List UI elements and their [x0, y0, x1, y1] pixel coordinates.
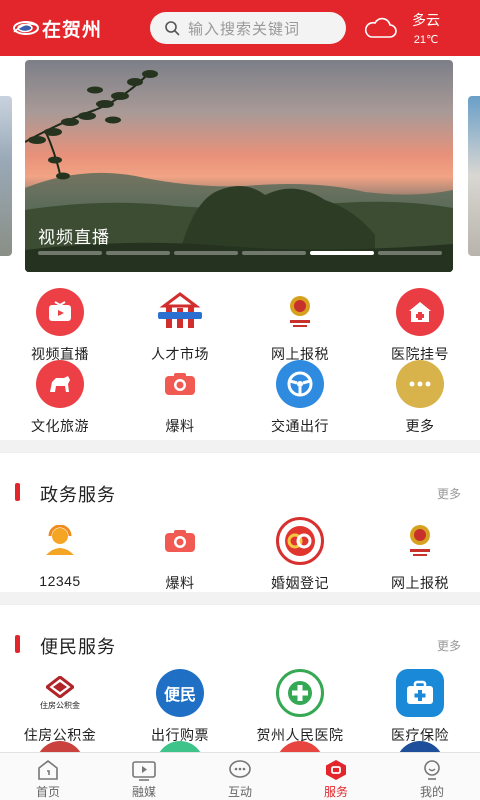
gov-item-online-tax[interactable]: 网上报税 [360, 517, 480, 593]
partial-row-icon [396, 741, 444, 752]
steering-wheel-icon [276, 360, 324, 408]
weather-condition: 多云 [412, 12, 440, 28]
people-hospital-icon [276, 669, 324, 717]
banner-caption: 视频直播 [38, 228, 110, 247]
banner-carousel: 视频直播 [0, 56, 480, 280]
quick-item-label: 更多 [405, 418, 435, 434]
camera-icon [156, 360, 204, 408]
housing-fund-icon: 住房公积金 [36, 669, 84, 717]
carousel-dot[interactable] [174, 251, 238, 255]
quick-services-panel: 视频直播 人才市场 网上报税 医院挂号 文化旅游 爆料 交通出行 更多 [0, 280, 480, 440]
weather-widget[interactable]: 多云 21℃ [362, 8, 472, 48]
quick-item-label: 文化旅游 [31, 418, 89, 434]
home-icon [38, 759, 58, 780]
chat-icon [229, 760, 251, 778]
cloud-icon [364, 17, 397, 38]
section-title: 便民服务 [40, 637, 116, 657]
carousel-dot[interactable] [378, 251, 442, 255]
quick-item-label: 爆料 [165, 418, 195, 434]
tab-label: 服务 [323, 785, 348, 799]
gov-item-report[interactable]: 爆料 [120, 517, 240, 593]
camera-icon [156, 517, 204, 565]
carousel-dot[interactable] [38, 251, 102, 255]
tax-emblem-icon [276, 288, 324, 336]
quick-item-transport[interactable]: 交通出行 [240, 360, 360, 436]
gov-item-label: 12345 [39, 573, 81, 589]
section-title: 政务服务 [40, 485, 116, 505]
gov-item-label: 网上报税 [391, 575, 449, 591]
tab-label: 互动 [227, 785, 252, 799]
search-placeholder: 输入搜索关键词 [188, 20, 301, 38]
video-live-icon [36, 288, 84, 336]
profile-icon [424, 760, 440, 780]
tab-media[interactable]: 融媒 [96, 753, 192, 800]
weather-temperature: 21℃ [413, 34, 439, 46]
banner-slide[interactable]: 视频直播 [25, 60, 453, 272]
quick-item-report[interactable]: 爆料 [120, 360, 240, 436]
tab-service[interactable]: 服务 [288, 753, 384, 800]
life-item-travel-ticket[interactable]: 便民 出行购票 [120, 669, 240, 745]
tab-label: 融媒 [131, 785, 156, 799]
quick-item-hospital[interactable]: 医院挂号 [360, 288, 480, 364]
section-accent-bar [15, 483, 20, 501]
life-item-medical-insurance[interactable]: 医疗保险 [360, 669, 480, 745]
more-icon [396, 360, 444, 408]
life-item-housing-fund[interactable]: 住房公积金 住房公积金 [0, 669, 120, 745]
talent-market-icon [156, 288, 204, 336]
bottom-tab-bar: 首页 融媒 互动 服务 我的 [0, 752, 480, 800]
prev-slide-peek[interactable] [0, 96, 12, 256]
next-slide-peek[interactable] [468, 96, 480, 256]
tab-interact[interactable]: 互动 [192, 753, 288, 800]
gov-item-marriage[interactable]: 婚姻登记 [240, 517, 360, 593]
app-header: 在贺州 输入搜索关键词 多云 21℃ [0, 0, 480, 56]
travel-icon [36, 360, 84, 408]
travel-ticket-icon: 便民 [156, 669, 204, 717]
carousel-dot[interactable] [242, 251, 306, 255]
tv-icon [132, 761, 156, 781]
quick-item-video-live[interactable]: 视频直播 [0, 288, 120, 364]
partial-row-icon [36, 741, 84, 752]
quick-item-culture-travel[interactable]: 文化旅游 [0, 360, 120, 436]
housing-fund-logo-text: 住房公积金 [40, 700, 80, 710]
carousel-indicators [38, 251, 442, 255]
carousel-dot[interactable] [106, 251, 170, 255]
gov-item-label: 婚姻登记 [271, 575, 329, 591]
logo-text: 在贺州 [42, 18, 103, 41]
life-services-section: 便民服务 更多 住房公积金 住房公积金 便民 出行购票 贺州人民医院 医疗保险 [0, 604, 480, 752]
tax-emblem-icon [396, 517, 444, 565]
life-item-people-hospital[interactable]: 贺州人民医院 [240, 669, 360, 745]
medical-insurance-icon [396, 669, 444, 717]
travel-ticket-badge: 便民 [163, 687, 196, 704]
section-more-link[interactable]: 更多 [437, 637, 461, 654]
app-logo[interactable]: 在贺州 [12, 15, 142, 42]
gov-item-12345[interactable]: 12345 [0, 517, 120, 593]
partial-row-icon [156, 741, 204, 752]
gov-services-section: 政务服务 更多 12345 爆料 婚姻登记 网上报税 [0, 452, 480, 592]
search-icon [165, 21, 180, 36]
hospital-icon [396, 288, 444, 336]
service-icon [326, 760, 346, 780]
tab-home[interactable]: 首页 [0, 753, 96, 800]
section-accent-bar [15, 635, 20, 653]
search-input[interactable]: 输入搜索关键词 [150, 12, 346, 44]
tab-label: 我的 [419, 785, 444, 799]
quick-item-label: 交通出行 [271, 418, 329, 434]
tab-label: 首页 [35, 785, 60, 799]
gov-item-label: 爆料 [165, 575, 195, 591]
partial-row-icon [276, 741, 324, 752]
logo-swoosh-icon [12, 18, 40, 38]
hotline-agent-icon [36, 517, 84, 565]
quick-item-online-tax[interactable]: 网上报税 [240, 288, 360, 364]
carousel-dot-active[interactable] [310, 251, 374, 255]
quick-item-talent-market[interactable]: 人才市场 [120, 288, 240, 364]
quick-item-more[interactable]: 更多 [360, 360, 480, 436]
section-more-link[interactable]: 更多 [437, 485, 461, 502]
tab-profile[interactable]: 我的 [384, 753, 480, 800]
marriage-registration-icon [276, 517, 324, 565]
